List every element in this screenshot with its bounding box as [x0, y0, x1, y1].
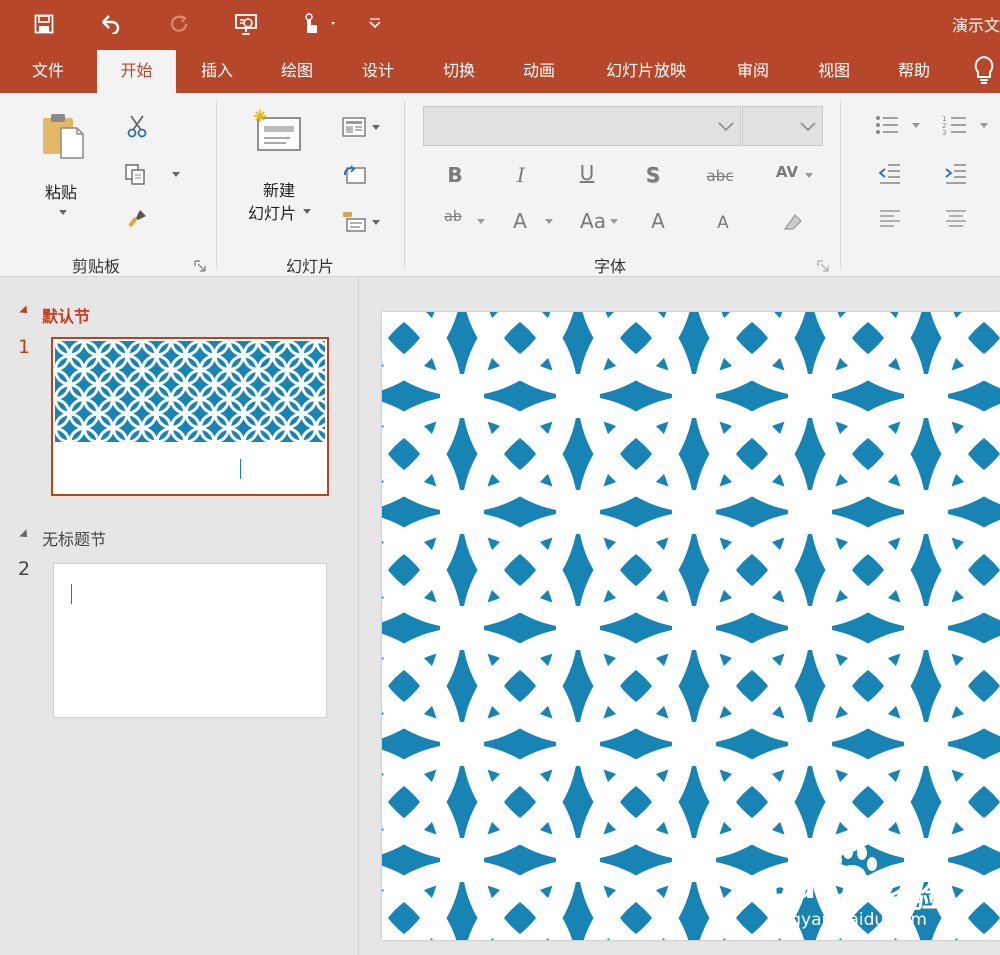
tab-draw[interactable]: 绘图: [266, 48, 328, 93]
layout-icon[interactable]: [340, 115, 368, 139]
paste-label[interactable]: 粘贴: [28, 179, 94, 203]
layout-dropdown-icon[interactable]: [372, 125, 380, 130]
slide-thumbnail-1[interactable]: [51, 337, 329, 496]
slide-number-1: 1: [18, 336, 31, 358]
font-group-label: 字体: [593, 257, 626, 276]
grow-font-button[interactable]: A: [644, 209, 672, 233]
tab-slideshow[interactable]: 幻灯片放映: [590, 48, 702, 93]
redo-icon[interactable]: [165, 10, 193, 38]
tab-insert[interactable]: 插入: [187, 48, 247, 93]
section-collapse-icon[interactable]: [19, 529, 31, 541]
copy-icon[interactable]: [122, 161, 148, 187]
thumbnail-pattern-svg: [55, 341, 325, 442]
bullets-dropdown-icon[interactable]: [912, 123, 920, 128]
save-icon[interactable]: [30, 10, 58, 38]
svg-text:3: 3: [942, 129, 946, 136]
title-bar: 演示文: [0, 0, 1000, 48]
slides-group-label: 幻灯片: [285, 257, 334, 276]
numbering-dropdown-icon[interactable]: [980, 123, 988, 128]
undo-icon[interactable]: [96, 10, 124, 38]
tab-review[interactable]: 审阅: [722, 48, 784, 93]
section-icon[interactable]: [340, 209, 368, 233]
change-case-button[interactable]: Aa: [578, 209, 608, 233]
slide-ring-pattern: [382, 312, 1000, 940]
new-slide-icon[interactable]: [250, 107, 304, 155]
decrease-indent-icon[interactable]: [876, 161, 904, 185]
font-color-dropdown-icon[interactable]: [545, 219, 553, 224]
tab-design[interactable]: 设计: [347, 48, 409, 93]
section-collapse-icon[interactable]: [19, 305, 31, 317]
tab-file[interactable]: 文件: [16, 48, 80, 93]
new-slide-dropdown-icon[interactable]: [303, 209, 311, 214]
slide-thumbnail-panel[interactable]: 默认节 1 无标题节 2: [0, 278, 359, 955]
present-from-start-icon[interactable]: [232, 10, 260, 38]
format-painter-icon[interactable]: [124, 205, 152, 231]
text-shadow-button[interactable]: S: [638, 163, 668, 187]
watermark-brand: Baidu: [767, 867, 877, 907]
bold-button[interactable]: B: [440, 163, 470, 187]
underline-button[interactable]: U: [572, 161, 602, 185]
cut-icon[interactable]: [124, 113, 150, 139]
tab-view[interactable]: 视图: [803, 48, 865, 93]
clear-formatting-icon[interactable]: [778, 209, 806, 235]
slide-number-2: 2: [18, 558, 31, 580]
bullets-icon[interactable]: [872, 113, 902, 137]
align-center-icon[interactable]: [942, 207, 970, 231]
new-slide-label-1[interactable]: 新建: [244, 177, 314, 201]
font-size-combo[interactable]: [742, 106, 823, 146]
clipboard-group-label: 剪贴板: [71, 257, 120, 276]
watermark-url: jingyan.baidu.com: [770, 910, 927, 930]
document-title: 演示文: [951, 16, 1000, 35]
ribbon-tab-bar: 文件 开始 插入 绘图 设计 切换 动画 幻灯片放映 审阅 视图 帮助: [0, 48, 1000, 93]
current-slide[interactable]: Baidu 经验 jingyan.baidu.com: [382, 312, 1000, 940]
shrink-font-button[interactable]: A: [710, 213, 736, 233]
reset-slide-icon[interactable]: [340, 163, 368, 187]
tab-home[interactable]: 开始: [97, 50, 176, 93]
character-spacing-button[interactable]: AV: [772, 163, 802, 181]
tab-animations[interactable]: 动画: [508, 48, 570, 93]
highlight-dropdown-icon[interactable]: [477, 219, 485, 224]
tab-help[interactable]: 帮助: [883, 48, 945, 93]
spacing-dropdown-icon[interactable]: [805, 173, 813, 178]
copy-dropdown-icon[interactable]: [172, 172, 180, 177]
section-untitled-title[interactable]: 无标题节: [42, 526, 106, 550]
ribbon-home: 粘贴 剪贴板 新建 幻灯片 幻灯片 B I U S abc AV ab A Aa…: [0, 93, 1000, 277]
lightbulb-icon[interactable]: [972, 55, 996, 89]
text-cursor: [240, 459, 241, 479]
paste-dropdown-icon[interactable]: [59, 210, 67, 215]
text-cursor: [71, 584, 72, 604]
tab-transitions[interactable]: 切换: [428, 48, 490, 93]
section-default-title[interactable]: 默认节: [42, 303, 90, 327]
customize-toolbar-icon[interactable]: [365, 10, 385, 38]
ribbon-separator: [216, 101, 217, 269]
italic-button[interactable]: I: [506, 163, 536, 187]
thumbnail-pattern: [55, 341, 325, 442]
change-case-dropdown-icon[interactable]: [610, 219, 618, 224]
ribbon-separator: [404, 101, 405, 269]
increase-indent-icon[interactable]: [942, 161, 970, 185]
touch-mouse-mode-icon[interactable]: [297, 10, 341, 38]
new-slide-label-2[interactable]: 幻灯片: [238, 200, 306, 224]
font-color-button[interactable]: A: [506, 209, 534, 233]
section-dropdown-icon[interactable]: [372, 220, 380, 225]
align-left-icon[interactable]: [876, 207, 904, 231]
font-name-combo[interactable]: [423, 106, 741, 146]
ribbon-separator: [840, 101, 841, 269]
chevron-down-icon: [718, 122, 734, 132]
paste-icon[interactable]: [38, 111, 88, 161]
strikethrough-button[interactable]: abc: [702, 167, 738, 185]
clipboard-launcher-icon[interactable]: [194, 257, 206, 272]
slide-thumbnail-2[interactable]: [53, 563, 327, 718]
font-launcher-icon[interactable]: [817, 257, 829, 272]
highlight-button[interactable]: ab: [438, 209, 468, 225]
numbering-icon[interactable]: 123: [940, 113, 970, 137]
chevron-down-icon: [800, 122, 816, 132]
